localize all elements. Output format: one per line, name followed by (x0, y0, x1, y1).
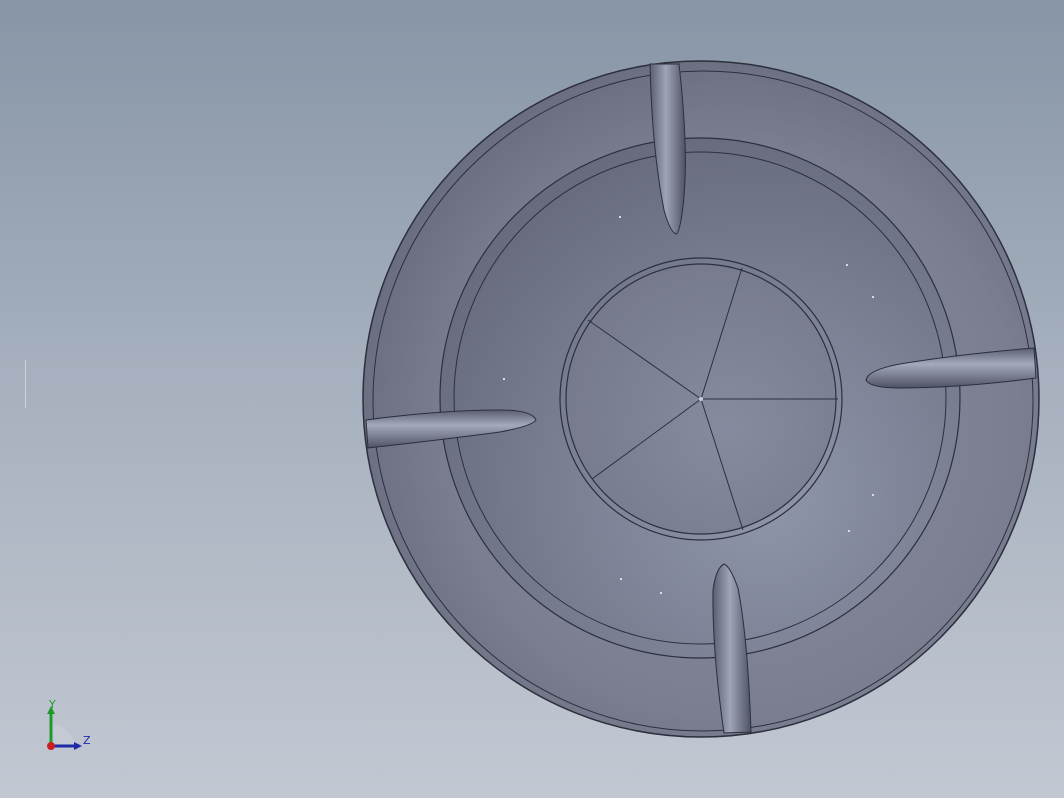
triad-y-label: Y (49, 698, 56, 711)
triad-z-label: Z (83, 734, 91, 747)
graphics-viewport[interactable]: Y Z (0, 0, 1064, 798)
orientation-triad[interactable]: Y Z (40, 698, 100, 758)
hub-center-point (699, 397, 703, 401)
model-view[interactable] (0, 0, 1064, 798)
